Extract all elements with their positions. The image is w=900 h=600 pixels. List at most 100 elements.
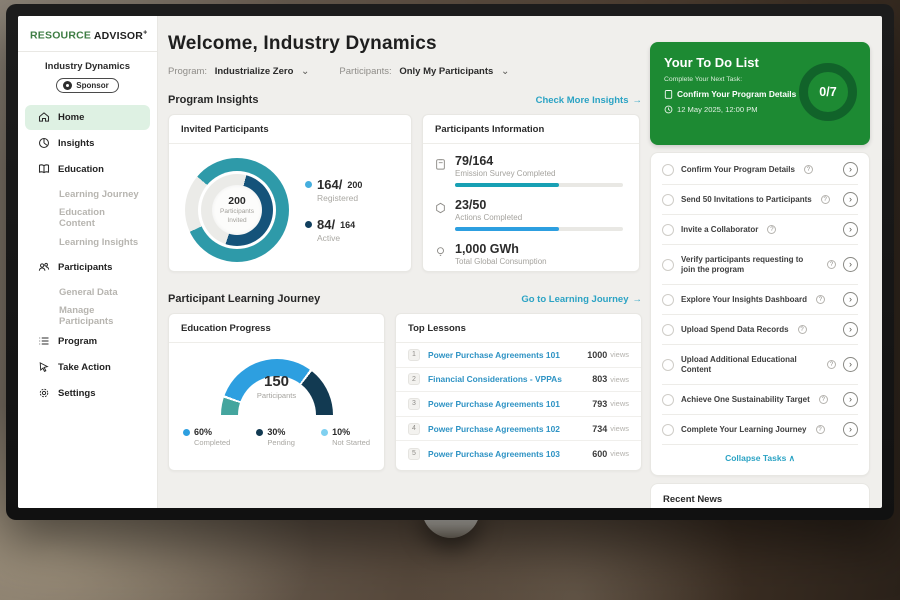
info-icon[interactable]: ? [804,165,813,174]
page-title: Welcome, Industry Dynamics [168,33,642,55]
info-icon[interactable]: ? [827,260,836,269]
education-icon [38,163,50,175]
task-row-verify-participants[interactable]: Verify participants requesting to join t… [662,245,858,285]
task-row-explore-insights[interactable]: Explore Your Insights Dashboard ? › [662,285,858,315]
task-checkbox[interactable] [662,394,674,406]
main-content: Welcome, Industry Dynamics Program: Indu… [168,16,642,508]
sidebar-item-general-data[interactable]: General Data [25,281,150,304]
chevron-right-icon[interactable]: › [843,257,858,272]
chevron-right-icon[interactable]: › [843,392,858,407]
task-row-upload-educational-content[interactable]: Upload Additional Educational Content ? … [662,345,858,385]
sidebar-item-participants[interactable]: Participants [25,255,150,280]
sidebar-item-take-action[interactable]: Take Action [25,355,150,380]
task-row-upload-spend-data[interactable]: Upload Spend Data Records ? › [662,315,858,345]
todo-panel: Your To Do List Complete Your Next Task:… [650,16,870,508]
chevron-right-icon[interactable]: › [843,357,858,372]
task-checkbox[interactable] [662,324,674,336]
take-action-icon [38,361,50,373]
progress-bar [455,183,623,187]
education-progress-card: Education Progress 150 Participants 60% … [168,313,385,471]
program-filter[interactable]: Program: Industrialize Zero ⌄ [168,66,309,77]
info-icon[interactable]: ? [827,360,836,369]
invited-participants-donut-chart: 200 Participants Invited [185,158,289,262]
lesson-link[interactable]: Power Purchase Agreements 101 [428,350,587,360]
sidebar-item-manage-participants[interactable]: Manage Participants [25,305,150,328]
task-checkbox[interactable] [662,259,674,271]
insights-cards-row: Invited Participants 200 Participants In… [168,114,642,272]
sidebar-item-education[interactable]: Education [25,157,150,182]
lesson-row[interactable]: 2 Financial Considerations - VPPAs 803 v… [396,368,641,393]
sponsor-icon [63,81,72,90]
monitor-bezel: RESOURCE ADVISOR+ Industry Dynamics Spon… [6,4,894,520]
info-icon[interactable]: ? [821,195,830,204]
participants-information-card: Participants Information 79/164 Emission… [422,114,640,272]
lesson-link[interactable]: Power Purchase Agreements 101 [428,399,592,409]
dashboard-screen: RESOURCE ADVISOR+ Industry Dynamics Spon… [18,16,882,508]
legend-item-active: 84/ 164 Active [305,217,362,243]
arrow-right-icon: → [633,95,643,106]
legend-dot [256,429,263,436]
lesson-row[interactable]: 1 Power Purchase Agreements 101 1000 vie… [396,343,641,368]
chevron-down-icon[interactable]: ⌄ [501,66,509,77]
task-checkbox[interactable] [662,424,674,436]
sidebar-item-program[interactable]: Program [25,329,150,354]
collapse-tasks-link[interactable]: Collapse Tasks ∧ [662,445,858,473]
task-checkbox[interactable] [662,359,674,371]
info-icon[interactable]: ? [816,425,825,434]
task-row-confirm-program[interactable]: Confirm Your Program Details ? › [662,155,858,185]
legend-item-completed: 60% Completed [183,427,230,447]
org-name: Industry Dynamics [18,61,157,72]
info-icon[interactable]: ? [767,225,776,234]
task-row-achieve-target[interactable]: Achieve One Sustainability Target ? › [662,385,858,415]
lesson-link[interactable]: Financial Considerations - VPPAs [428,374,592,384]
chevron-right-icon[interactable]: › [843,162,858,177]
todo-tasks-card: Confirm Your Program Details ? › Send 50… [650,152,870,476]
lesson-row[interactable]: 4 Power Purchase Agreements 102 734 view… [396,417,641,442]
lesson-link[interactable]: Power Purchase Agreements 103 [428,449,592,459]
chevron-right-icon[interactable]: › [843,192,858,207]
lesson-row[interactable]: 3 Power Purchase Agreements 101 793 view… [396,392,641,417]
task-checkbox[interactable] [662,164,674,176]
task-checkbox[interactable] [662,194,674,206]
sidebar-item-insights[interactable]: Insights [25,131,150,156]
check-more-insights-link[interactable]: Check More Insights→ [536,95,642,106]
settings-icon [38,387,50,399]
sponsor-badge[interactable]: Sponsor [56,78,118,93]
task-row-invite-collaborator[interactable]: Invite a Collaborator ? › [662,215,858,245]
sidebar-item-learning-insights[interactable]: Learning Insights [25,231,150,254]
sidebar-item-learning-journey[interactable]: Learning Journey [25,183,150,206]
chevron-right-icon[interactable]: › [843,292,858,307]
legend-dot [305,181,312,188]
task-checkbox[interactable] [662,294,674,306]
sidebar-item-education-content[interactable]: Education Content [25,207,150,230]
section-title: Program Insights [168,94,258,106]
info-icon[interactable]: ? [798,325,807,334]
sidebar-item-settings[interactable]: Settings [25,381,150,406]
bulb-icon [435,242,447,266]
stat-actions-completed: 23/50 Actions Completed [435,198,625,231]
task-checkbox[interactable] [662,224,674,236]
home-icon [38,111,50,123]
chevron-right-icon[interactable]: › [843,222,858,237]
lesson-link[interactable]: Power Purchase Agreements 102 [428,424,592,434]
info-icon[interactable]: ? [819,395,828,404]
go-to-learning-journey-link[interactable]: Go to Learning Journey→ [521,294,642,305]
task-row-complete-learning-journey[interactable]: Complete Your Learning Journey ? › [662,415,858,445]
top-lessons-card: Top Lessons 1 Power Purchase Agreements … [395,313,642,471]
survey-icon [435,154,447,187]
info-icon[interactable]: ? [816,295,825,304]
chevron-right-icon[interactable]: › [843,422,858,437]
chevron-up-icon: ∧ [789,453,795,463]
program-insights-header: Program Insights Check More Insights→ [168,94,642,106]
legend-item-not-started: 10% Not Started [321,427,370,447]
sidebar-item-home[interactable]: Home [25,105,150,130]
legend-dot [305,221,312,228]
chevron-down-icon[interactable]: ⌄ [301,66,309,77]
task-row-send-invitations[interactable]: Send 50 Invitations to Participants ? › [662,185,858,215]
participants-filter[interactable]: Participants: Only My Participants ⌄ [339,66,509,77]
sidebar: RESOURCE ADVISOR+ Industry Dynamics Spon… [18,16,158,508]
lesson-row[interactable]: 5 Power Purchase Agreements 103 600 view… [396,441,641,466]
learning-cards-row: Education Progress 150 Participants 60% … [168,313,642,471]
participants-icon [38,261,50,273]
chevron-right-icon[interactable]: › [843,322,858,337]
